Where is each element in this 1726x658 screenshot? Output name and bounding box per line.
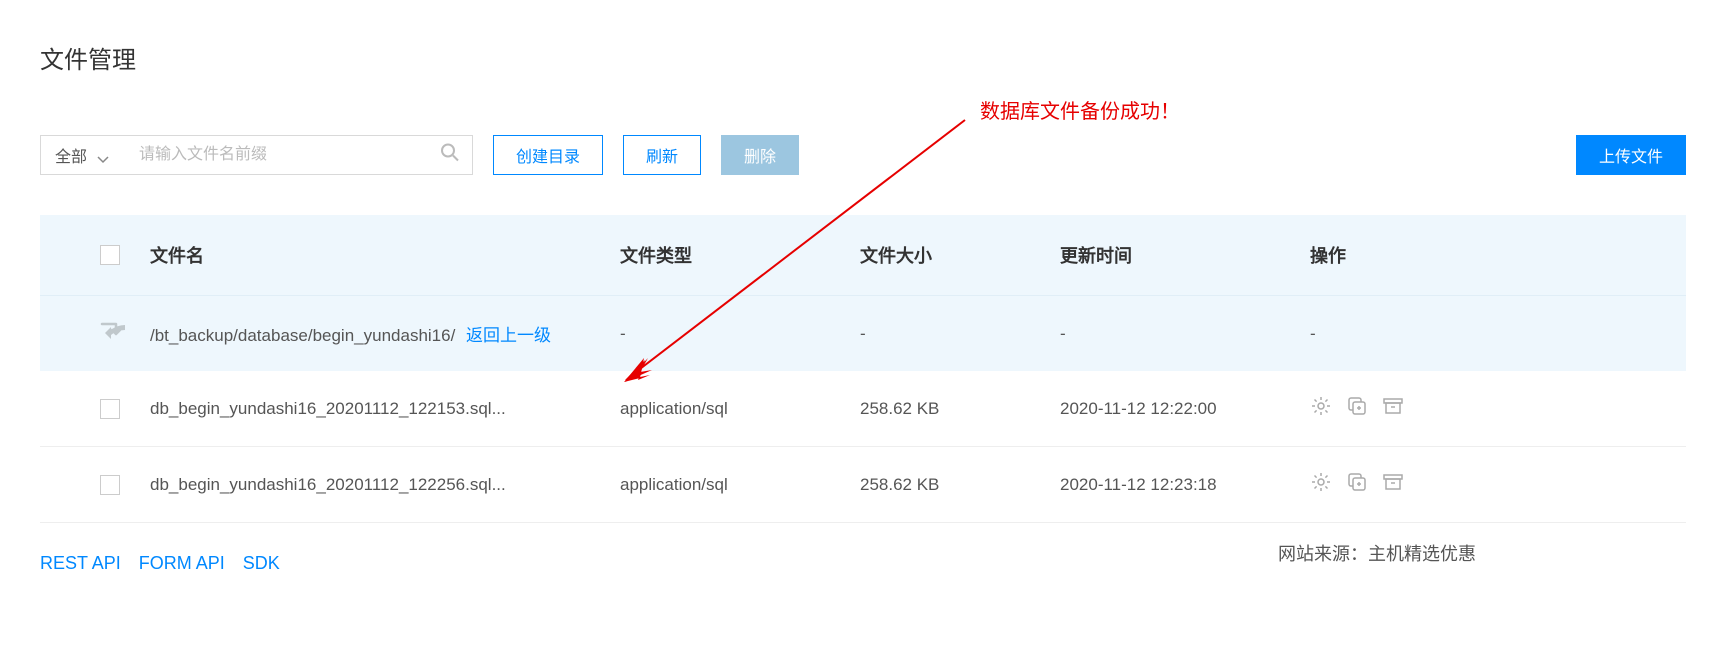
rest-api-link[interactable]: REST API — [40, 553, 121, 574]
search-input[interactable] — [123, 136, 472, 174]
row-checkbox[interactable] — [100, 399, 120, 419]
breadcrumb: /bt_backup/database/begin_yundashi16/ 返回… — [150, 321, 620, 346]
header-time: 更新时间 — [1060, 242, 1310, 268]
upload-button[interactable]: 上传文件 — [1576, 135, 1686, 175]
table-header: 文件名 文件类型 文件大小 更新时间 操作 — [40, 215, 1686, 295]
toolbar: 全部 创建目录 刷新 删除 上传文件 — [40, 135, 1686, 175]
copy-icon[interactable] — [1346, 471, 1368, 498]
copy-icon[interactable] — [1346, 395, 1368, 422]
row-ops — [1310, 471, 1666, 498]
file-type: application/sql — [620, 399, 860, 419]
table-row: db_begin_yundashi16_20201112_122256.sql.… — [40, 447, 1686, 523]
gear-icon[interactable] — [1310, 395, 1332, 422]
row-checkbox[interactable] — [100, 475, 120, 495]
header-type: 文件类型 — [620, 242, 860, 268]
chevron-down-icon — [97, 151, 109, 159]
breadcrumb-ops: - — [1310, 324, 1666, 344]
breadcrumb-size: - — [860, 324, 1060, 344]
table-row: db_begin_yundashi16_20201112_122153.sql.… — [40, 371, 1686, 447]
filter-select[interactable]: 全部 — [40, 135, 124, 175]
header-size: 文件大小 — [860, 242, 1060, 268]
header-name: 文件名 — [150, 242, 620, 268]
back-arrow-icon[interactable] — [100, 322, 127, 345]
page-title: 文件管理 — [40, 40, 1686, 75]
filter-label: 全部 — [55, 143, 87, 167]
file-table: 文件名 文件类型 文件大小 更新时间 操作 /bt_backup/databas… — [40, 215, 1686, 523]
breadcrumb-row: /bt_backup/database/begin_yundashi16/ 返回… — [40, 295, 1686, 371]
row-ops — [1310, 395, 1666, 422]
source-label: 网站来源： — [1278, 544, 1368, 564]
breadcrumb-path: /bt_backup/database/begin_yundashi16/ — [150, 326, 455, 345]
sdk-link[interactable]: SDK — [243, 553, 280, 574]
select-all-checkbox[interactable] — [100, 245, 120, 265]
gear-icon[interactable] — [1310, 471, 1332, 498]
breadcrumb-type: - — [620, 324, 860, 344]
refresh-button[interactable]: 刷新 — [623, 135, 701, 175]
back-link[interactable]: 返回上一级 — [466, 326, 551, 345]
create-dir-button[interactable]: 创建目录 — [493, 135, 603, 175]
delete-button[interactable]: 删除 — [721, 135, 799, 175]
file-type: application/sql — [620, 475, 860, 495]
file-time: 2020-11-12 12:22:00 — [1060, 399, 1310, 419]
archive-icon[interactable] — [1382, 471, 1404, 498]
search-icon[interactable] — [440, 143, 460, 168]
file-size: 258.62 KB — [860, 475, 1060, 495]
archive-icon[interactable] — [1382, 395, 1404, 422]
breadcrumb-time: - — [1060, 324, 1310, 344]
search-box — [123, 135, 473, 175]
file-time: 2020-11-12 12:23:18 — [1060, 475, 1310, 495]
success-annotation: 数据库文件备份成功！ — [980, 95, 1180, 124]
footer-source: 网站来源：主机精选优惠 — [1278, 540, 1476, 566]
file-size: 258.62 KB — [860, 399, 1060, 419]
source-value: 主机精选优惠 — [1368, 544, 1476, 564]
file-name[interactable]: db_begin_yundashi16_20201112_122153.sql.… — [150, 399, 620, 419]
header-ops: 操作 — [1310, 242, 1666, 268]
form-api-link[interactable]: FORM API — [139, 553, 225, 574]
file-name[interactable]: db_begin_yundashi16_20201112_122256.sql.… — [150, 475, 620, 495]
